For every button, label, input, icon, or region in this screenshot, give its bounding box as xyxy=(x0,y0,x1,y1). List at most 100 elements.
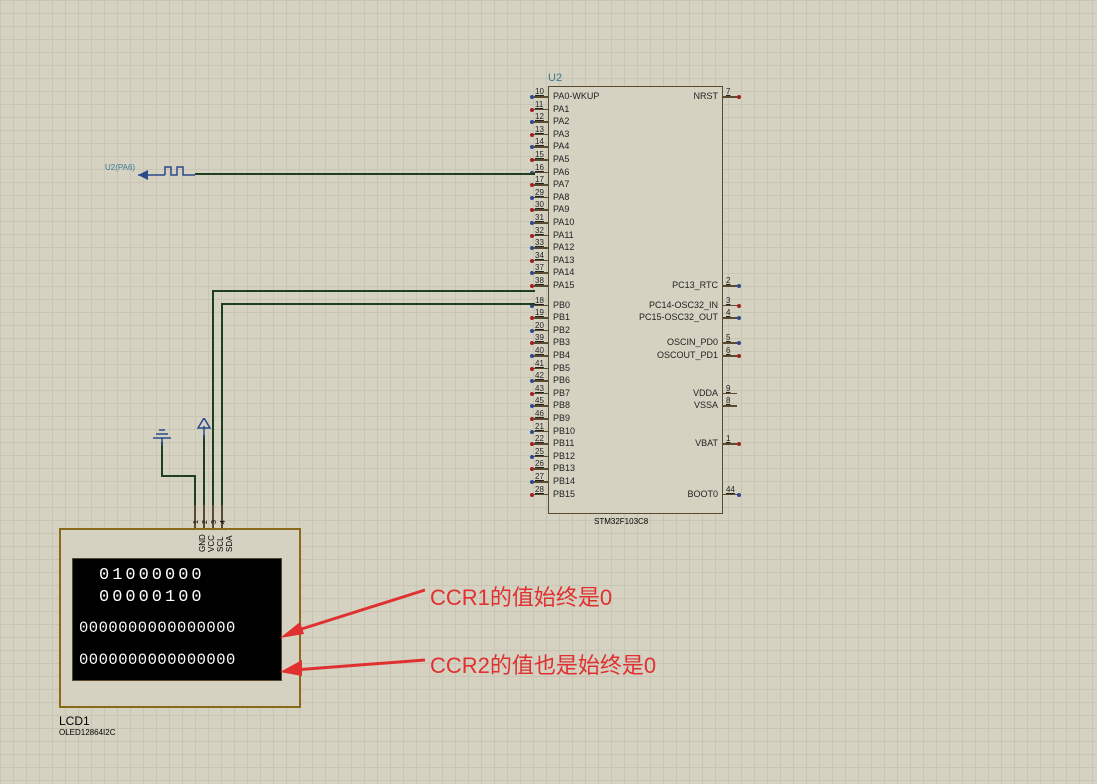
pin-stub[interactable] xyxy=(534,109,548,111)
pin-stub[interactable] xyxy=(534,305,548,307)
pin-stub[interactable] xyxy=(723,443,737,445)
pin-stub[interactable] xyxy=(534,121,548,123)
pin-stub[interactable] xyxy=(723,355,737,357)
pin-stub[interactable] xyxy=(723,405,737,407)
pin-endpoint[interactable] xyxy=(530,354,534,358)
pin-label: PB5 xyxy=(553,363,570,373)
lcd-pin-label: SCL xyxy=(216,536,225,552)
wire-pb1-h[interactable] xyxy=(221,303,535,305)
pin-label: PB15 xyxy=(553,489,575,499)
wire-vcc-v[interactable] xyxy=(203,435,205,506)
pin-stub[interactable] xyxy=(723,342,737,344)
pin-stub[interactable] xyxy=(534,285,548,287)
pin-number: 10 xyxy=(535,87,544,96)
lcd-pin-stub[interactable] xyxy=(221,505,223,528)
wire-gnd-v[interactable] xyxy=(194,475,196,506)
pin-label: NRST xyxy=(694,91,719,101)
pin-stub[interactable] xyxy=(534,247,548,249)
pin-endpoint[interactable] xyxy=(530,392,534,396)
pin-endpoint[interactable] xyxy=(530,196,534,200)
pin-stub[interactable] xyxy=(534,222,548,224)
pin-stub[interactable] xyxy=(534,431,548,433)
pin-stub[interactable] xyxy=(534,146,548,148)
pin-stub[interactable] xyxy=(534,235,548,237)
pin-endpoint[interactable] xyxy=(530,259,534,263)
pin-endpoint[interactable] xyxy=(530,221,534,225)
pin-endpoint[interactable] xyxy=(530,108,534,112)
pin-label: PA0-WKUP xyxy=(553,91,599,101)
wire-gnd-v2[interactable] xyxy=(161,442,163,476)
pin-endpoint[interactable] xyxy=(530,284,534,288)
pin-stub[interactable] xyxy=(534,197,548,199)
pin-endpoint[interactable] xyxy=(737,284,741,288)
lcd-pin-number: 3 xyxy=(211,520,218,524)
pin-number: 43 xyxy=(535,384,544,393)
pin-stub[interactable] xyxy=(534,393,548,395)
pin-stub[interactable] xyxy=(534,260,548,262)
lcd-pin-stub[interactable] xyxy=(212,505,214,528)
pin-stub[interactable] xyxy=(723,96,737,98)
wire-pb0-v[interactable] xyxy=(212,290,214,506)
pin-stub[interactable] xyxy=(534,405,548,407)
pin-label: PB12 xyxy=(553,451,575,461)
pin-label: PA3 xyxy=(553,129,569,139)
pin-endpoint[interactable] xyxy=(737,493,741,497)
pin-endpoint[interactable] xyxy=(530,234,534,238)
pin-endpoint[interactable] xyxy=(737,354,741,358)
pin-stub[interactable] xyxy=(534,418,548,420)
wire-pa6[interactable] xyxy=(195,173,535,175)
pin-stub[interactable] xyxy=(723,305,737,307)
wire-pb0-h[interactable] xyxy=(212,290,535,292)
pin-stub[interactable] xyxy=(534,209,548,211)
vcc-symbol-icon xyxy=(196,418,212,438)
pin-stub[interactable] xyxy=(723,494,737,496)
pin-number: 19 xyxy=(535,308,544,317)
pin-stub[interactable] xyxy=(723,285,737,287)
pin-endpoint[interactable] xyxy=(530,158,534,162)
pin-number: 44 xyxy=(726,485,735,494)
pin-endpoint[interactable] xyxy=(530,480,534,484)
pin-stub[interactable] xyxy=(534,368,548,370)
pin-stub[interactable] xyxy=(534,272,548,274)
pin-endpoint[interactable] xyxy=(530,367,534,371)
pin-label: PC14-OSC32_IN xyxy=(649,300,718,310)
pin-label: PA7 xyxy=(553,179,569,189)
pin-stub[interactable] xyxy=(534,317,548,319)
pin-stub[interactable] xyxy=(534,481,548,483)
pin-endpoint[interactable] xyxy=(530,133,534,137)
pin-label: PB8 xyxy=(553,400,570,410)
pin-label: PB7 xyxy=(553,388,570,398)
pin-endpoint[interactable] xyxy=(530,493,534,497)
pin-number: 6 xyxy=(726,346,730,355)
pin-endpoint[interactable] xyxy=(737,95,741,99)
pin-stub[interactable] xyxy=(534,134,548,136)
pulse-icon[interactable] xyxy=(100,157,200,181)
wire-gnd-h[interactable] xyxy=(161,475,195,477)
pin-stub[interactable] xyxy=(534,456,548,458)
pin-number: 2 xyxy=(726,276,730,285)
pin-endpoint[interactable] xyxy=(530,455,534,459)
pin-stub[interactable] xyxy=(534,342,548,344)
wire-pb1-v[interactable] xyxy=(221,303,223,506)
pin-endpoint[interactable] xyxy=(530,430,534,434)
pin-stub[interactable] xyxy=(723,317,737,319)
pin-endpoint[interactable] xyxy=(530,417,534,421)
pin-stub[interactable] xyxy=(723,393,737,395)
lcd-pin-stub[interactable] xyxy=(194,505,196,528)
pin-label: PB4 xyxy=(553,350,570,360)
pin-endpoint[interactable] xyxy=(530,95,534,99)
pin-stub[interactable] xyxy=(534,443,548,445)
pin-stub[interactable] xyxy=(534,494,548,496)
pin-stub[interactable] xyxy=(534,184,548,186)
pin-stub[interactable] xyxy=(534,172,548,174)
pin-stub[interactable] xyxy=(534,380,548,382)
lcd-pin-stub[interactable] xyxy=(203,505,205,528)
pin-stub[interactable] xyxy=(534,468,548,470)
pin-stub[interactable] xyxy=(534,330,548,332)
pin-stub[interactable] xyxy=(534,159,548,161)
pin-stub[interactable] xyxy=(534,355,548,357)
pin-endpoint[interactable] xyxy=(530,329,534,333)
pin-label: PA8 xyxy=(553,192,569,202)
pin-endpoint[interactable] xyxy=(737,304,741,308)
pin-stub[interactable] xyxy=(534,96,548,98)
